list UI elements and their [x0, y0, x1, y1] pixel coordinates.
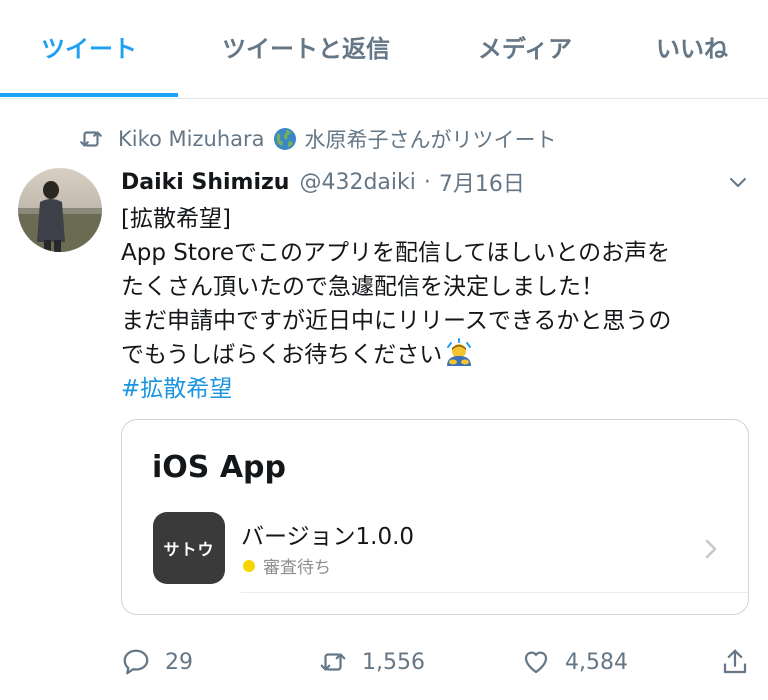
avatar[interactable] — [18, 168, 102, 252]
retweet-button[interactable]: 1,556 — [318, 640, 425, 684]
retweet-count: 1,556 — [362, 649, 425, 675]
card-divider — [241, 592, 748, 593]
chevron-down-icon[interactable] — [726, 170, 750, 194]
active-tab-indicator — [0, 93, 178, 97]
author-handle[interactable]: @432daiki — [299, 170, 415, 195]
tweet-line: たくさん頂いたので急遽配信を決定しました！ — [121, 274, 604, 300]
retweet-label: 水原希子さんがリツイート — [304, 128, 557, 152]
tweet-text: [拡散希望] App Storeでこのアプリを配信してほしいとのお声を たくさん… — [121, 202, 761, 406]
profile-tabs: ツイート ツイートと返信 メディア いいね — [0, 0, 768, 99]
tab-tweets[interactable]: ツイート — [0, 0, 178, 98]
tweet-line: でもうしばらくお待ちください — [121, 342, 443, 368]
share-button[interactable] — [720, 640, 764, 684]
globe-emoji-icon — [273, 128, 296, 150]
tab-tweets-and-replies[interactable]: ツイートと返信 — [208, 0, 404, 98]
retweet-icon — [320, 653, 346, 671]
retweet-icon — [80, 131, 102, 147]
card-title: iOS App — [152, 450, 287, 485]
tweet-date[interactable]: 7月16日 — [439, 166, 525, 198]
reply-button[interactable]: 29 — [121, 640, 193, 684]
status-dot-icon — [243, 559, 255, 572]
reply-count: 29 — [165, 649, 193, 675]
share-icon — [723, 649, 747, 674]
author-name[interactable]: Daiki Shimizu — [121, 170, 289, 195]
app-version: バージョン1.0.0 — [241, 524, 415, 550]
tweet-header: Daiki Shimizu @432daiki · 7月16日 — [121, 165, 525, 199]
like-count: 4,584 — [565, 649, 628, 675]
tab-likes[interactable]: いいね — [636, 0, 748, 98]
app-icon: サトウ — [153, 512, 225, 584]
heart-icon — [524, 651, 548, 674]
chevron-right-icon[interactable] — [702, 537, 720, 561]
tweet-actions: 29 1,556 4,584 — [0, 640, 768, 684]
tweet-line: App Storeでこのアプリを配信してほしいとのお声を — [121, 240, 671, 266]
tweet-line-last: でもうしばらくお待ちください — [121, 338, 761, 372]
header-separator: · — [423, 169, 431, 195]
tweet-line: [拡散希望] — [121, 206, 231, 232]
retweeter-name: Kiko Mizuhara — [118, 127, 265, 151]
bowing-person-emoji-icon — [447, 338, 472, 366]
tab-media[interactable]: メディア — [454, 0, 596, 98]
status-label: 審査待ち — [263, 558, 331, 578]
like-button[interactable]: 4,584 — [521, 640, 628, 684]
review-status: 審査待ち — [241, 553, 331, 578]
retweet-context[interactable]: Kiko Mizuhara 水原希子さんがリツイート — [78, 122, 557, 156]
tweet-line: まだ申請中ですが近日中にリリースできるかと思うの — [121, 308, 672, 334]
avatar-photo — [18, 168, 102, 252]
app-card[interactable]: iOS App サトウ バージョン1.0.0 審査待ち — [121, 419, 749, 615]
reply-icon — [123, 649, 149, 675]
hashtag-link[interactable]: #拡散希望 — [121, 372, 761, 406]
